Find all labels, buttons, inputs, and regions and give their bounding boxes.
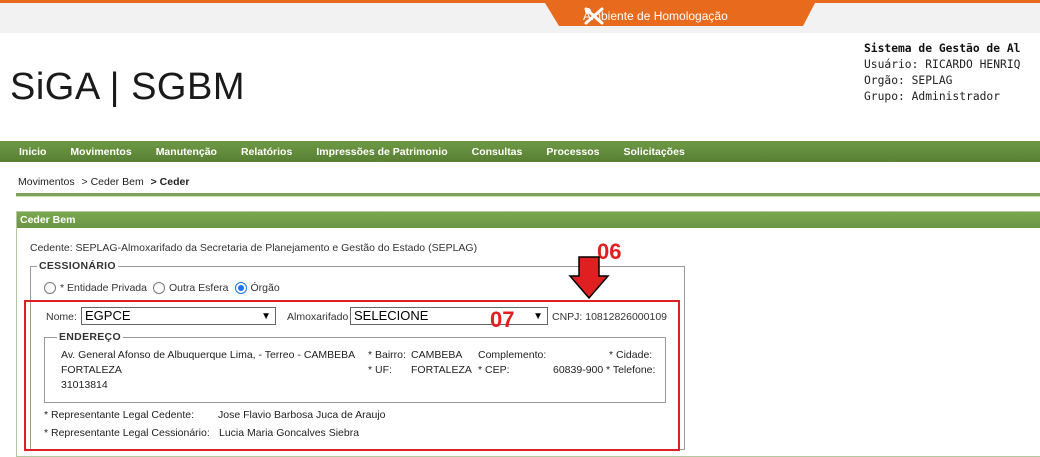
system-info: Sistema de Gestão de Al Usuário: RICARDO… bbox=[864, 41, 1040, 105]
cessionario-legend: CESSIONÁRIO bbox=[37, 260, 118, 272]
nav-movimentos[interactable]: Movimentos bbox=[70, 146, 131, 158]
breadcrumb-ceder-bem[interactable]: > Ceder Bem bbox=[82, 176, 144, 188]
tools-icon bbox=[584, 7, 604, 25]
cessionario-type-radios: * Entidade Privada Outra Esfera Órgão bbox=[44, 282, 286, 294]
user-info: Usuário: RICARDO HENRIQ bbox=[864, 58, 1021, 71]
radio-outra-esfera-label: Outra Esfera bbox=[168, 282, 229, 294]
environment-tab: Ambiente de Homologação bbox=[545, 3, 815, 29]
breadcrumb-divider bbox=[16, 193, 1040, 197]
breadcrumb: Movimentos > Ceder Bem > Ceder bbox=[18, 176, 193, 188]
group-info: Grupo: Administrador bbox=[864, 90, 1001, 103]
system-title: Sistema de Gestão de Al bbox=[864, 42, 1021, 55]
app-logo: SiGA | SGBM bbox=[10, 66, 245, 108]
nav-impressoes[interactable]: Impressões de Patrimonio bbox=[316, 146, 447, 158]
breadcrumb-movimentos[interactable]: Movimentos bbox=[18, 176, 75, 188]
radio-orgao-label: Órgão bbox=[250, 282, 280, 294]
breadcrumb-ceder: > Ceder bbox=[150, 176, 190, 188]
nav-relatorios[interactable]: Relatórios bbox=[241, 146, 292, 158]
arrow-down-icon bbox=[568, 256, 610, 300]
radio-entidade-privada[interactable] bbox=[44, 282, 56, 294]
radio-orgao[interactable] bbox=[234, 282, 247, 294]
annotation-box-07 bbox=[24, 300, 680, 451]
cedente-text: Cedente: SEPLAG-Almoxarifado da Secretar… bbox=[30, 242, 478, 254]
environment-bar: Ambiente de Homologação bbox=[0, 0, 1040, 33]
annotation-07: 07 bbox=[490, 307, 515, 332]
nav-inicio[interactable]: Inicio bbox=[19, 146, 46, 158]
main-nav: Inicio Movimentos Manutenção Relatórios … bbox=[0, 141, 1040, 162]
nav-consultas[interactable]: Consultas bbox=[472, 146, 523, 158]
nav-manutencao[interactable]: Manutenção bbox=[156, 146, 217, 158]
nav-processos[interactable]: Processos bbox=[546, 146, 599, 158]
nav-solicitacoes[interactable]: Solicitações bbox=[624, 146, 685, 158]
panel-title: Ceder Bem bbox=[17, 212, 1040, 228]
radio-entidade-privada-label: * Entidade Privada bbox=[60, 282, 147, 294]
radio-outra-esfera[interactable] bbox=[152, 282, 165, 294]
org-info: Orgão: SEPLAG bbox=[864, 74, 953, 87]
